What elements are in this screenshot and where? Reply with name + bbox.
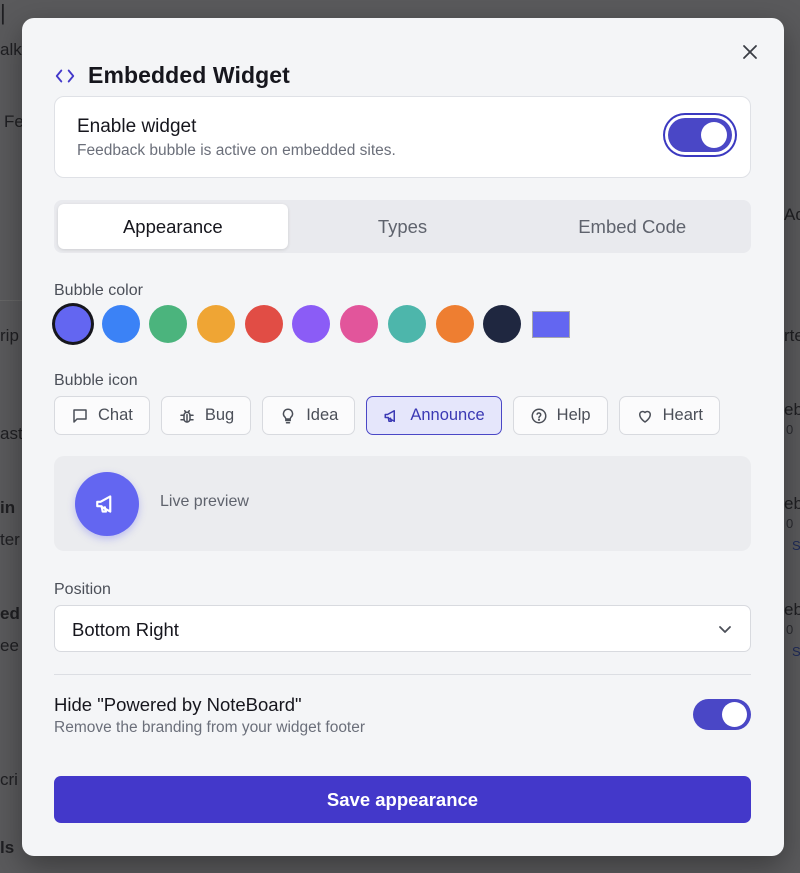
bg-fragment: eba: [784, 600, 800, 619]
code-icon: [55, 69, 75, 82]
icon-option-label: Bug: [204, 406, 235, 424]
icon-option-label: Announce: [410, 406, 485, 424]
bg-fragment: eba: [784, 400, 800, 419]
megaphone-icon: [384, 409, 396, 422]
color-swatch-green[interactable]: [149, 305, 188, 343]
color-swatch-pink[interactable]: [340, 305, 379, 343]
hide-branding-subtitle: Remove the branding from your widget foo…: [54, 719, 366, 736]
color-swatch-indigo[interactable]: [55, 306, 91, 342]
bg-fragment: ter: [0, 530, 20, 549]
bubble-color-swatches: [54, 305, 570, 343]
embedded-widget-modal: Embedded Widget Enable widget Feedback b…: [22, 18, 784, 856]
bg-fragment: Ad: [784, 205, 800, 224]
icon-option-label: Heart: [662, 406, 703, 424]
toggle-knob: [701, 122, 727, 148]
icon-option-label: Help: [556, 406, 591, 424]
bg-fragment: rte: [784, 326, 800, 345]
bg-fragment: 0: [786, 516, 794, 531]
bg-fragment: rip: [0, 326, 19, 345]
close-icon: [743, 45, 757, 59]
bubble-color-label: Bubble color: [54, 282, 143, 299]
icon-option-idea[interactable]: Idea: [262, 396, 356, 435]
chevron-down-icon: [719, 626, 731, 633]
preview-bubble: [75, 472, 139, 536]
bg-fragment: ee: [0, 636, 19, 655]
bg-fragment: S: [792, 644, 800, 659]
toggle-knob: [722, 702, 747, 727]
close-button[interactable]: [738, 40, 762, 64]
bg-fragment: 0: [786, 622, 794, 637]
icon-option-chat[interactable]: Chat: [54, 396, 150, 435]
icon-option-help[interactable]: Help: [512, 396, 608, 435]
save-appearance-button[interactable]: Save appearance: [54, 776, 751, 823]
color-swatch-amber[interactable]: [197, 305, 236, 343]
position-select-value: Bottom Right: [72, 619, 179, 640]
color-swatch-blue[interactable]: [101, 305, 140, 343]
tab-embed-code[interactable]: Embed Code: [517, 204, 747, 249]
position-label: Position: [54, 581, 111, 598]
hide-branding-toggle[interactable]: [693, 699, 751, 730]
bg-fragment: 0: [786, 422, 794, 437]
enable-widget-card: Enable widget Feedback bubble is active …: [54, 96, 751, 178]
live-preview-label: Live preview: [160, 493, 249, 510]
bg-fragment: alk: [0, 40, 22, 59]
icon-option-announce[interactable]: Announce: [366, 396, 502, 435]
chat-icon: [73, 408, 87, 423]
color-swatch-teal[interactable]: [387, 305, 426, 343]
bg-fragment: ed: [0, 604, 20, 623]
lightbulb-icon: [282, 407, 294, 423]
icon-option-label: Idea: [306, 406, 339, 424]
bubble-icon-options: Chat Bug Idea Announce Help Heart: [54, 396, 720, 435]
megaphone-icon: [96, 495, 112, 513]
bg-fragment: S: [792, 538, 800, 553]
icon-option-heart[interactable]: Heart: [618, 396, 720, 435]
color-swatch-red[interactable]: [244, 305, 283, 343]
settings-tabs: Appearance Types Embed Code: [54, 200, 751, 253]
color-swatch-orange[interactable]: [435, 305, 474, 343]
bg-fragment: ast: [0, 424, 23, 443]
bg-fragment: ls: [0, 838, 15, 857]
bg-fragment: eba: [784, 494, 800, 513]
bg-fragment: cri: [0, 770, 18, 789]
bg-fragment: in: [0, 498, 16, 517]
position-select[interactable]: Bottom Right: [54, 605, 751, 652]
modal-header: Embedded Widget: [54, 62, 290, 89]
section-divider: [54, 674, 751, 675]
tab-types[interactable]: Types: [288, 204, 518, 249]
custom-color-picker[interactable]: [531, 310, 570, 338]
bubble-icon-label: Bubble icon: [54, 372, 138, 389]
heart-icon: [638, 410, 651, 423]
bg-fragment: Fe: [4, 112, 24, 131]
hide-branding-title: Hide "Powered by NoteBoard": [54, 694, 302, 715]
help-icon: [531, 408, 547, 423]
bug-icon: [180, 409, 194, 423]
icon-option-label: Chat: [98, 406, 133, 424]
enable-widget-toggle[interactable]: [668, 118, 732, 152]
icon-option-bug[interactable]: Bug: [160, 396, 252, 435]
color-swatch-navy[interactable]: [483, 305, 522, 343]
tab-appearance[interactable]: Appearance: [58, 204, 288, 249]
modal-title: Embedded Widget: [88, 62, 290, 88]
bg-divider: [0, 300, 22, 301]
live-preview-panel: Live preview: [54, 456, 751, 551]
bg-fragment: |: [0, 0, 6, 25]
enable-widget-subtitle: Feedback bubble is active on embedded si…: [77, 142, 396, 159]
color-swatch-purple[interactable]: [292, 305, 331, 343]
enable-widget-title: Enable widget: [77, 116, 197, 137]
